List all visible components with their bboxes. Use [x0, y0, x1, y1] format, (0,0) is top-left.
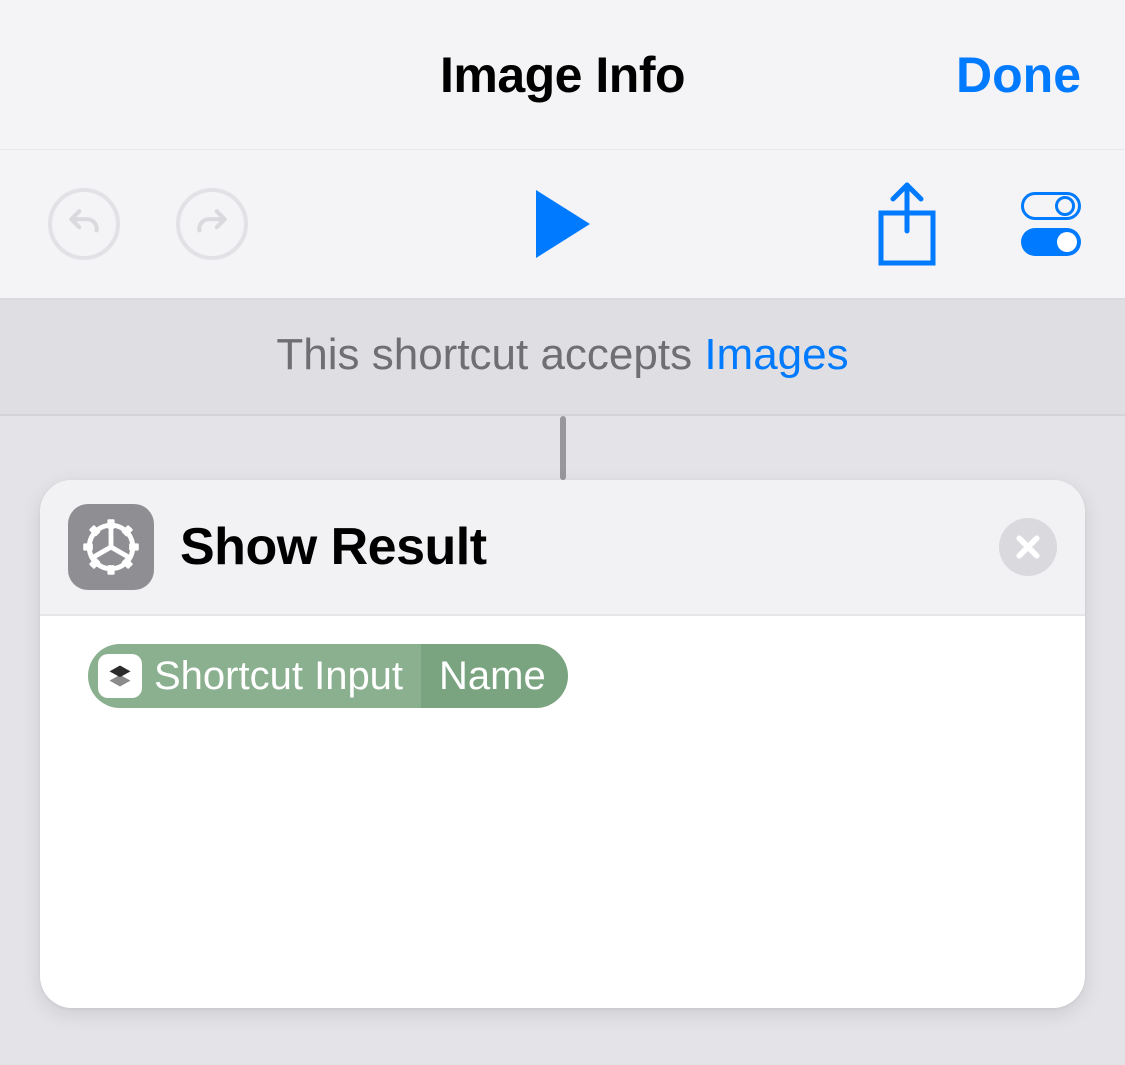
card-body[interactable]: Shortcut Input Name	[40, 616, 1085, 1008]
layers-icon	[98, 654, 142, 698]
action-title: Show Result	[180, 517, 487, 577]
delete-action-button[interactable]	[999, 518, 1057, 576]
run-button[interactable]	[532, 188, 594, 260]
editor-canvas: Show Result Shortc	[0, 416, 1125, 1008]
right-tools	[875, 181, 1081, 267]
toolbar	[0, 150, 1125, 300]
connector-line	[560, 416, 566, 480]
settings-button[interactable]	[1021, 192, 1081, 256]
share-icon	[875, 181, 939, 267]
settings-toggle-icon	[1021, 192, 1081, 256]
gear-icon	[68, 504, 154, 590]
play-icon	[532, 188, 594, 260]
done-button[interactable]: Done	[956, 46, 1081, 104]
share-button[interactable]	[875, 181, 939, 267]
variable-label: Shortcut Input	[154, 654, 403, 699]
undo-button[interactable]	[48, 188, 120, 260]
accepts-type[interactable]: Images	[704, 330, 848, 379]
navbar: Image Info Done	[0, 0, 1125, 150]
variable-main: Shortcut Input	[88, 644, 421, 708]
variable-detail: Name	[421, 644, 568, 708]
card-header[interactable]: Show Result	[40, 480, 1085, 616]
page-title: Image Info	[440, 46, 685, 104]
redo-button[interactable]	[176, 188, 248, 260]
action-card-show-result: Show Result Shortc	[40, 480, 1085, 1008]
close-icon	[1013, 532, 1043, 562]
accepts-banner[interactable]: This shortcut accepts Images	[0, 300, 1125, 416]
undo-redo-group	[48, 188, 248, 260]
accepts-prefix: This shortcut accepts	[276, 330, 704, 379]
redo-icon	[193, 205, 231, 243]
variable-token[interactable]: Shortcut Input Name	[88, 644, 568, 708]
undo-icon	[65, 205, 103, 243]
